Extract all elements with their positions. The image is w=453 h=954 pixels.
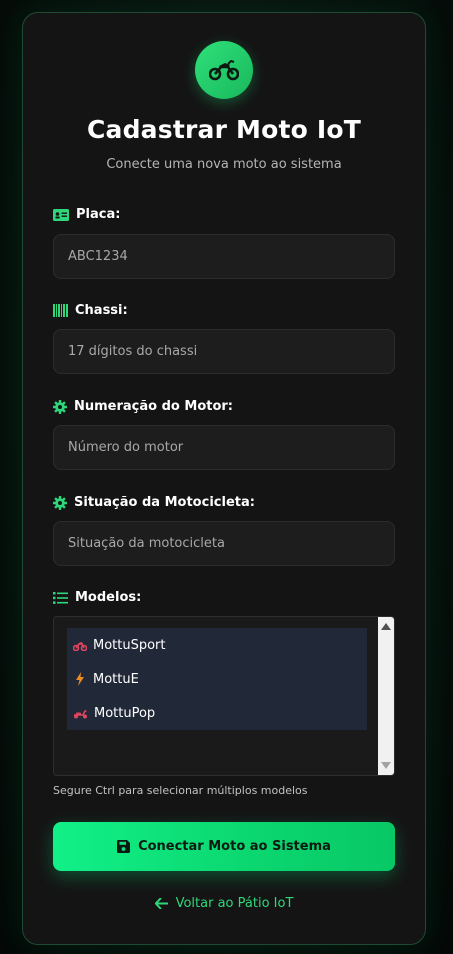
back-link-label: Voltar ao Pátio IoT xyxy=(175,896,294,911)
placa-label-row: Placa: xyxy=(53,207,120,222)
modelos-hint: Segure Ctrl para selecionar múltiplos mo… xyxy=(53,784,308,797)
situacao-label-row: Situação da Motocicleta: xyxy=(53,495,255,510)
barcode-icon xyxy=(53,304,68,317)
arrow-left-icon xyxy=(154,898,168,909)
scooter-icon xyxy=(74,709,87,718)
scroll-down-arrow-icon[interactable] xyxy=(381,762,391,769)
modelos-options: MottuSport MottuE MottuPop xyxy=(67,628,367,730)
bolt-icon xyxy=(76,672,84,686)
chassi-label: Chassi: xyxy=(75,303,128,318)
connect-moto-label: Conectar Moto ao Sistema xyxy=(138,839,331,854)
motor-label-row: Numeração do Motor: xyxy=(53,399,233,414)
option-label: MottuSport xyxy=(93,637,166,653)
placa-input[interactable] xyxy=(53,234,395,279)
option-label: MottuE xyxy=(93,671,139,687)
page-title: Cadastrar Moto IoT xyxy=(86,115,362,144)
modelos-select[interactable]: MottuSport MottuE MottuPop xyxy=(53,616,395,776)
motor-label: Numeração do Motor: xyxy=(74,399,234,414)
motorcycle-icon xyxy=(73,641,87,651)
option-mottusport[interactable]: MottuSport xyxy=(67,628,367,662)
list-icon xyxy=(53,591,68,604)
back-to-patio-link[interactable]: Voltar ao Pátio IoT xyxy=(23,896,425,911)
situacao-input[interactable] xyxy=(53,521,395,566)
placa-label: Placa: xyxy=(76,207,121,222)
motor-input[interactable] xyxy=(53,425,395,470)
option-mottupop[interactable]: MottuPop xyxy=(67,696,367,730)
situacao-label: Situação da Motocicleta: xyxy=(74,495,255,510)
motorcycle-icon xyxy=(209,59,239,81)
listbox-scrollbar[interactable] xyxy=(378,617,394,775)
modelos-label-row: Modelos: xyxy=(53,590,141,605)
option-mottue[interactable]: MottuE xyxy=(67,662,367,696)
id-card-icon xyxy=(53,208,69,221)
floppy-disk-icon xyxy=(117,840,131,853)
page-subtitle: Conecte uma nova moto ao sistema xyxy=(106,157,342,172)
modelos-label: Modelos: xyxy=(75,590,142,605)
gear-icon xyxy=(53,399,67,414)
scroll-up-arrow-icon[interactable] xyxy=(381,623,391,630)
register-card: Cadastrar Moto IoT Conecte uma nova moto… xyxy=(22,12,426,945)
option-label: MottuPop xyxy=(94,705,156,721)
connect-moto-button[interactable]: Conectar Moto ao Sistema xyxy=(53,822,395,871)
chassi-input[interactable] xyxy=(53,329,395,374)
chassi-label-row: Chassi: xyxy=(53,303,128,318)
motorcycle-logo xyxy=(195,41,253,99)
gear-icon xyxy=(53,495,67,510)
